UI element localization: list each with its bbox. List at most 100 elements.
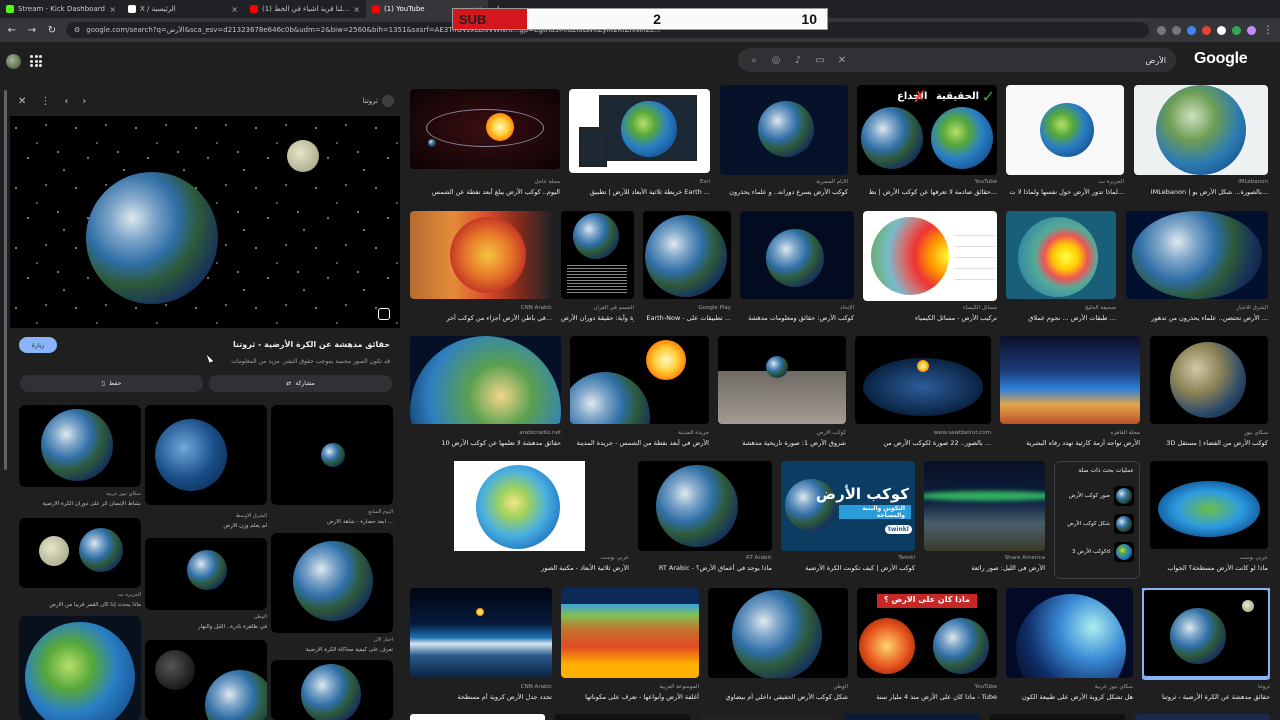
panel-source[interactable]: ثروتنا <box>363 95 394 107</box>
sub-goal-count: 10 <box>801 11 817 27</box>
search-bar: ⌕ ◎ ♪ ▭ ✕ <box>738 48 1176 72</box>
sub-goal-overlay: SUB 2 10 <box>452 8 828 30</box>
image-result[interactable]: صحيفة الخليج طبقات الأرض ... نجوم عملاق .… <box>1006 211 1116 325</box>
copyright-note: قد تكون الصور محمية بموجب حقوق النشر. مز… <box>231 358 390 365</box>
account-avatar[interactable] <box>6 54 21 69</box>
translate-icon[interactable] <box>1157 25 1166 35</box>
forward-icon[interactable]: → <box>26 25 38 36</box>
related-search-chip[interactable]: صور كوكب الأرض <box>1060 482 1134 510</box>
image-result[interactable]: الشرق للأخبار الأرض تحتضن.. علماء يحذرون … <box>1126 211 1268 325</box>
image-result[interactable]: مجلة عاجل اليوم.. كوكب الأرض يبلغ أبعد نق… <box>410 89 560 200</box>
related-image[interactable] <box>271 660 393 720</box>
image-result-selected[interactable]: ثروتنا حقائق مدهشة عن الكرة الأرضية - ثرو… <box>1142 588 1270 708</box>
search-input[interactable] <box>858 55 1166 65</box>
sub-current-count: 2 <box>653 11 661 27</box>
image-result[interactable]: كوكب الأرض شروق الأرض 1: صورة تاريخية مده… <box>718 336 846 454</box>
lens-icon[interactable]: ◎ <box>770 55 782 66</box>
tab-youtube-video[interactable]: (1) دخلنا قرية اشياء في الخط × <box>244 0 366 18</box>
chevron-left-icon[interactable]: ‹ <box>64 96 68 107</box>
related-image[interactable] <box>145 640 267 720</box>
site-info-icon[interactable]: ⚙ <box>74 26 80 34</box>
chevron-right-icon[interactable]: › <box>82 96 86 107</box>
image-result[interactable]: RT Arabic RT Arabic - ماذا يوجد في أعماق … <box>638 461 772 579</box>
share-icon: ⇄ <box>286 380 292 387</box>
image-result[interactable]: Share America الأرض في الليل: صور رائعة <box>924 461 1045 579</box>
image-result[interactable]: سكاي نيوز 3D كوكب الأرض من الفضاء | مستقل <box>1150 336 1268 454</box>
image-result[interactable]: الموسوعة العربية أغلفة الأرض وأنواعها - ت… <box>561 588 699 708</box>
related-searches-card: عمليات بحث ذات صلة صور كوكب الأرض شكل كو… <box>1054 461 1140 579</box>
share-button[interactable]: ⇄ مشاركة <box>209 375 392 392</box>
related-image[interactable]: الجزيرة نت ماذا يحدث إذا كان القمر قريبا… <box>19 518 141 614</box>
image-result[interactable]: الوطن شكل كوكب الأرض الحقيقي داخلي أم بيض… <box>708 588 848 708</box>
image-result[interactable]: الجسم في القرآنصورة وأية: حقيقة دوران ال… <box>561 211 634 325</box>
image-result[interactable]: Esri خريطة ثلاثية الأبعاد للأرض | تطبيق E… <box>569 89 710 200</box>
search-icon[interactable]: ⌕ <box>748 55 760 66</box>
bookmark-icon: ▯ <box>101 380 105 387</box>
image-result[interactable]: CNN Arabic تجدد جدل الأرض كروية أم مسطحة <box>410 588 552 708</box>
image-result[interactable]: الأيام المصرية كوكب الأرض يسرع دورانه.. و… <box>720 85 848 200</box>
check-mark-icon: ✓ <box>981 87 995 106</box>
image-result[interactable]: كوكب الأرض التكوين والبنية والمساحة twinkl… <box>781 461 915 579</box>
more-options-icon[interactable]: ⋮ <box>40 96 50 107</box>
youtube-icon <box>372 5 380 13</box>
image-result[interactable]: الإتحاد كوكب الأرض: حقائق ومعلومات مدهشة <box>740 211 854 325</box>
related-image[interactable] <box>19 616 141 720</box>
related-search-chip[interactable]: كوكب الأرض 3d <box>1060 538 1134 566</box>
back-icon[interactable]: ← <box>6 25 18 36</box>
image-result[interactable]: Google Play Earth-Now - تطبيقات على ... <box>643 211 731 325</box>
clear-icon[interactable]: ✕ <box>836 55 848 66</box>
related-image[interactable]: أخبار الآن تعرف على كيفية محاكاة الكرة ا… <box>271 533 393 658</box>
extension-icon[interactable] <box>1232 25 1241 35</box>
close-tab-icon[interactable]: × <box>231 5 238 14</box>
close-icon[interactable]: ✕ <box>18 96 26 107</box>
tab-kick[interactable]: Stream - Kick Dashboard × <box>0 0 122 18</box>
bookmark-star-icon[interactable] <box>1172 25 1181 35</box>
related-image[interactable]: الشرق الأوسط لم يعلم وزن الأرض <box>145 405 267 535</box>
site-favicon-icon <box>382 95 394 107</box>
extension-icon[interactable] <box>1187 25 1196 35</box>
youtube-icon <box>250 5 258 13</box>
image-result[interactable]: عربي بوست الأرض ثلاثية الأبعاد - مكتبة ال… <box>410 461 629 579</box>
image-result[interactable]: سكاي نيوز عربية هل تشكل كروية الأرض على ط… <box>1006 588 1133 708</box>
extension-icon[interactable] <box>1217 25 1226 35</box>
image-result[interactable]: عربي بوست ماذا لو كانت الأرض مسطحة؟ الجوا… <box>1150 461 1268 579</box>
panel-scrollbar[interactable] <box>4 90 7 470</box>
image-result[interactable]: مسائل الكيمياء تركيب الأرض - مسائل الكيمي… <box>863 211 997 325</box>
extension-icon[interactable] <box>1202 25 1211 35</box>
keyboard-icon[interactable]: ▭ <box>814 55 826 66</box>
image-result[interactable]: www.sawtbeirut.com بالصور.. 22 صورة لكوكب… <box>855 336 991 454</box>
related-image[interactable]: الوطن في ظاهرة نادرة.. الليل والنهار <box>145 538 267 638</box>
lens-search-icon[interactable] <box>378 308 390 320</box>
close-tab-icon[interactable]: × <box>353 5 360 14</box>
screen: Stream - Kick Dashboard × X / الرئيسية × (… <box>0 0 1280 720</box>
related-image[interactable]: اليوم السابع ابعد حضارة - شاهد الأرض ... <box>271 405 393 535</box>
image-result[interactable]: IMLebanon IMLebanon | بالصورة... شكل الأر… <box>1134 85 1268 200</box>
mic-icon[interactable]: ♪ <box>792 55 804 66</box>
moon-graphic <box>287 140 319 172</box>
menu-dots-icon[interactable]: ⋮ <box>1262 25 1274 36</box>
image-result[interactable]: الجزيرة نت لماذا تدور الأرض حول نفسها ولم… <box>1006 85 1124 200</box>
google-apps-icon[interactable] <box>30 55 42 67</box>
close-tab-icon[interactable]: × <box>109 5 116 14</box>
google-logo[interactable]: Google <box>1194 50 1248 68</box>
related-search-chip[interactable]: شكل كوكب الأرض <box>1060 510 1134 538</box>
visit-button[interactable]: زيارة <box>19 337 57 353</box>
next-row-peek <box>410 714 1270 720</box>
x-mark-icon: ✗ <box>913 87 927 106</box>
preview-title[interactable]: حقائق مدهشة عن الكرة الأرضية - ثروتنا <box>233 340 390 349</box>
image-result[interactable]: مجلة القاهرة الأرض تواجه أزمة كارثية تهدد… <box>1000 336 1140 454</box>
image-result[interactable]: ماذا كان على الارض ؟ YouTube ماذا كان على … <box>857 588 997 708</box>
image-result[interactable]: جريدة المدينة الأرض في أبعد نقطة من الشمس… <box>570 336 709 454</box>
extensions-bar: ⋮ <box>1157 25 1274 36</box>
sub-label: SUB <box>453 9 527 29</box>
x-logo-icon <box>128 5 136 13</box>
preview-image[interactable] <box>10 116 400 328</box>
image-result[interactable]: الخداع الحقيقية ✗ ✓ YouTube حقائق صادمة لا تع… <box>857 85 997 200</box>
image-result[interactable]: CNN Arabic في باطن الأرض أجزاء من كوكب آخ… <box>410 211 552 325</box>
image-result[interactable]: arabicradio.net 10 حقائق مدهشة لا تعلمها … <box>410 336 561 454</box>
related-image[interactable]: سكاي نيوز عربية نشاط الإنسان أثر على دور… <box>19 405 141 515</box>
reload-icon[interactable]: ↻ <box>46 25 58 36</box>
save-button[interactable]: ▯ حفظ <box>20 375 203 392</box>
tab-x[interactable]: X / الرئيسية × <box>122 0 244 18</box>
profile-avatar[interactable] <box>1247 25 1256 35</box>
